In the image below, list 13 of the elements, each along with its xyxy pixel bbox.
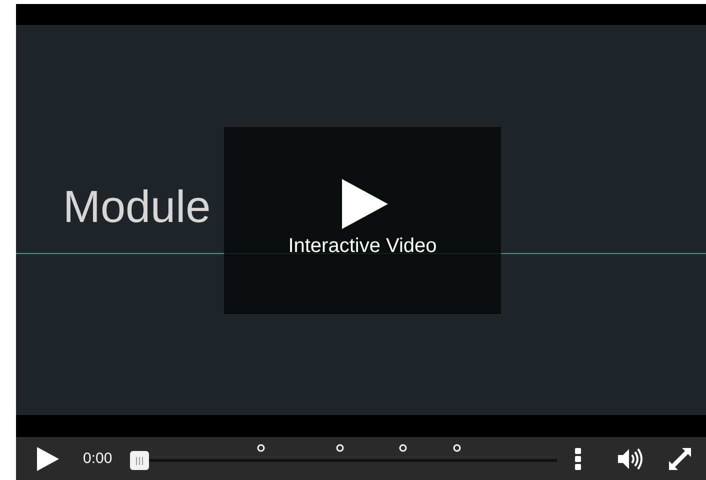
start-video-button[interactable]: Interactive Video [224, 127, 501, 314]
fullscreen-button[interactable] [667, 446, 693, 472]
play-icon [342, 179, 388, 229]
interaction-marker-icon[interactable] [336, 444, 344, 452]
interaction-marker-icon[interactable] [399, 444, 407, 452]
more-options-button[interactable] [574, 446, 582, 470]
interaction-marker-icon[interactable] [453, 444, 461, 452]
current-time: 0:00 [83, 450, 114, 467]
seek-handle[interactable] [130, 451, 149, 470]
play-button[interactable] [36, 446, 60, 472]
volume-button[interactable] [616, 446, 644, 470]
interaction-marker-icon[interactable] [257, 444, 265, 452]
slide-title: Module [63, 181, 211, 233]
